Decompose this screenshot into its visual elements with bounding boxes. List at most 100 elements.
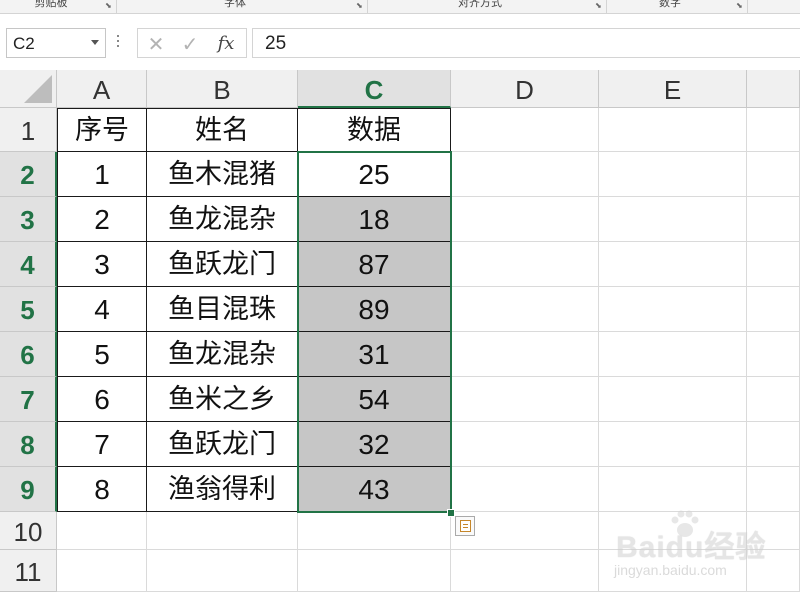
cell-c5[interactable]: 89	[298, 287, 451, 332]
ribbon-group-alignment: 对齐方式 ⬊	[368, 0, 606, 13]
cell-f8[interactable]	[747, 422, 800, 467]
cell-f3[interactable]	[747, 197, 800, 242]
cell-e1[interactable]	[599, 108, 747, 152]
cell-b7[interactable]: 鱼米之乡	[147, 377, 298, 422]
cell-d6[interactable]	[451, 332, 599, 377]
cell-a2[interactable]: 1	[57, 152, 147, 197]
cell-e4[interactable]	[599, 242, 747, 287]
ribbon-divider	[747, 0, 748, 13]
cell-b9[interactable]: 渔翁得利	[147, 467, 298, 512]
fill-handle[interactable]	[447, 509, 455, 517]
cell-e10[interactable]	[599, 512, 747, 550]
cell-d7[interactable]	[451, 377, 599, 422]
cell-c8[interactable]: 32	[298, 422, 451, 467]
cell-d5[interactable]	[451, 287, 599, 332]
cell-f6[interactable]	[747, 332, 800, 377]
dialog-launcher-icon[interactable]: ⬊	[356, 2, 364, 10]
row-header-1[interactable]: 1	[0, 108, 57, 152]
cell-c10[interactable]	[298, 512, 451, 550]
cell-c7[interactable]: 54	[298, 377, 451, 422]
row-header-2[interactable]: 2	[0, 152, 57, 197]
row-header-7[interactable]: 7	[0, 377, 57, 422]
cell-a5[interactable]: 4	[57, 287, 147, 332]
cell-a7[interactable]: 6	[57, 377, 147, 422]
column-header-c[interactable]: C	[298, 70, 451, 108]
cell-f4[interactable]	[747, 242, 800, 287]
cell-a9[interactable]: 8	[57, 467, 147, 512]
cell-f10[interactable]	[747, 512, 800, 550]
row-header-11[interactable]: 11	[0, 550, 57, 592]
cell-b1[interactable]: 姓名	[147, 108, 298, 152]
column-header-b[interactable]: B	[147, 70, 298, 108]
row-header-10[interactable]: 10	[0, 512, 57, 550]
dialog-launcher-icon[interactable]: ⬊	[736, 2, 744, 10]
cell-d11[interactable]	[451, 550, 599, 592]
column-header-next[interactable]	[747, 70, 800, 108]
cell-f11[interactable]	[747, 550, 800, 592]
cell-b5[interactable]: 鱼目混珠	[147, 287, 298, 332]
ribbon-group-clipboard: 剪贴板 ⬊	[0, 0, 116, 13]
cell-a1[interactable]: 序号	[57, 108, 147, 152]
dialog-launcher-icon[interactable]: ⬊	[595, 2, 603, 10]
cell-f2[interactable]	[747, 152, 800, 197]
column-header-e[interactable]: E	[599, 70, 747, 108]
cell-c6[interactable]: 31	[298, 332, 451, 377]
cell-d9[interactable]	[451, 467, 599, 512]
column-header-d[interactable]: D	[451, 70, 599, 108]
cell-e11[interactable]	[599, 550, 747, 592]
cell-a3[interactable]: 2	[57, 197, 147, 242]
cell-d4[interactable]	[451, 242, 599, 287]
cell-f1[interactable]	[747, 108, 800, 152]
cell-e3[interactable]	[599, 197, 747, 242]
name-box[interactable]: C2	[6, 28, 106, 58]
cell-a4[interactable]: 3	[57, 242, 147, 287]
cell-b4[interactable]: 鱼跃龙门	[147, 242, 298, 287]
cell-f5[interactable]	[747, 287, 800, 332]
formula-bar-resize-handle[interactable]	[117, 35, 120, 49]
cell-d8[interactable]	[451, 422, 599, 467]
fx-icon[interactable]: fx	[214, 32, 238, 56]
cell-c2[interactable]: 25	[298, 152, 451, 197]
dialog-launcher-icon[interactable]: ⬊	[105, 2, 113, 10]
cell-e9[interactable]	[599, 467, 747, 512]
formula-input[interactable]: 25	[252, 28, 800, 58]
row-header-6[interactable]: 6	[0, 332, 57, 377]
cell-e7[interactable]	[599, 377, 747, 422]
cell-f9[interactable]	[747, 467, 800, 512]
cell-a6[interactable]: 5	[57, 332, 147, 377]
x-icon[interactable]: ✕	[144, 32, 168, 56]
cell-e8[interactable]	[599, 422, 747, 467]
check-icon[interactable]: ✓	[178, 32, 202, 56]
cell-c4[interactable]: 87	[298, 242, 451, 287]
cell-d1[interactable]	[451, 108, 599, 152]
formula-bar: C2 ✕ ✓ fx 25	[0, 14, 800, 70]
select-all-button[interactable]	[0, 70, 57, 108]
row-header-9[interactable]: 9	[0, 467, 57, 512]
cell-b11[interactable]	[147, 550, 298, 592]
cell-b8[interactable]: 鱼跃龙门	[147, 422, 298, 467]
cell-e5[interactable]	[599, 287, 747, 332]
cell-f7[interactable]	[747, 377, 800, 422]
quick-analysis-button[interactable]	[455, 516, 475, 536]
cell-e2[interactable]	[599, 152, 747, 197]
cell-c3[interactable]: 18	[298, 197, 451, 242]
row-header-8[interactable]: 8	[0, 422, 57, 467]
cell-a10[interactable]	[57, 512, 147, 550]
cell-e6[interactable]	[599, 332, 747, 377]
cell-b2[interactable]: 鱼木混猪	[147, 152, 298, 197]
cell-c11[interactable]	[298, 550, 451, 592]
cell-a8[interactable]: 7	[57, 422, 147, 467]
cell-b6[interactable]: 鱼龙混杂	[147, 332, 298, 377]
chevron-down-icon[interactable]	[91, 40, 99, 45]
cell-c9[interactable]: 43	[298, 467, 451, 512]
cell-d2[interactable]	[451, 152, 599, 197]
row-header-5[interactable]: 5	[0, 287, 57, 332]
cell-b3[interactable]: 鱼龙混杂	[147, 197, 298, 242]
cell-a11[interactable]	[57, 550, 147, 592]
cell-d3[interactable]	[451, 197, 599, 242]
row-header-3[interactable]: 3	[0, 197, 57, 242]
cell-b10[interactable]	[147, 512, 298, 550]
cell-c1[interactable]: 数据	[298, 108, 451, 152]
column-header-a[interactable]: A	[57, 70, 147, 108]
row-header-4[interactable]: 4	[0, 242, 57, 287]
